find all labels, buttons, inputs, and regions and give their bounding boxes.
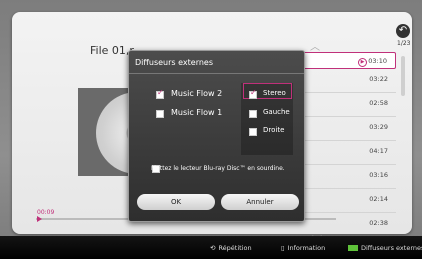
mute-note: Mettez le lecteur Blu-ray Disc™ en sourd… [151,165,285,172]
channel-label-stereo: Stereo [263,89,286,97]
speaker-label-music-flow-1: Music Flow 1 [171,108,223,117]
green-key-icon [348,245,358,251]
ok-button[interactable]: OK [137,194,215,210]
dialog-divider [129,73,304,74]
track-row[interactable]: 04:17 [300,141,396,165]
track-time: 03:16 [369,171,388,179]
repeat-item[interactable]: ⟲ Répétition [210,244,252,252]
track-time: 04:17 [369,147,388,155]
info-item[interactable]: ▯ Information [281,244,325,252]
track-row[interactable]: 03:16 [300,165,396,189]
progress-marker [37,216,42,222]
info-icon: ▯ [281,244,285,252]
screen-background: ↶ 1/23 File 01,r ︿ ﹀ 03:1003:2202:5803:2… [0,0,422,259]
bottom-bar: ⟲ Répétition ▯ Information Diffuseurs exte… [0,236,422,259]
track-row[interactable]: 02:38 [300,213,396,237]
track-time: 02:58 [369,99,388,107]
track-row[interactable]: 03:10 [300,52,396,69]
speaker-checkbox-music-flow-1[interactable] [156,110,164,118]
repeat-icon: ⟲ [210,244,216,252]
info-label: Information [287,244,326,252]
channel-checkbox-stereo[interactable] [249,88,257,99]
speaker-label-music-flow-2: Music Flow 2 [171,89,223,98]
play-icon: ▶ [358,58,367,67]
channel-checkbox-gauche[interactable] [249,110,257,118]
cancel-button[interactable]: Annuler [221,194,299,210]
track-row[interactable]: 02:14 [300,189,396,213]
track-time: 02:38 [369,219,388,227]
track-time: 03:29 [369,123,388,131]
back-arrow-icon[interactable]: ↶ [396,24,410,38]
track-row[interactable]: 02:58 [300,93,396,117]
track-row[interactable]: 03:29 [300,117,396,141]
external-speakers-dialog: Diffuseurs externes Music Flow 2 Music F… [128,50,305,222]
external-speakers-label: Diffuseurs externes [361,244,422,252]
track-list-scrollbar[interactable] [401,56,405,96]
speaker-checkbox-music-flow-2[interactable] [156,88,164,99]
scroll-up-icon[interactable]: ︿ [310,38,320,53]
external-speakers-item[interactable]: Diffuseurs externes [348,244,422,252]
dialog-title: Diffuseurs externes [135,58,214,67]
track-time: 02:14 [369,195,388,203]
channel-label-droite: Droite [263,126,285,134]
progress-time: 00:09 [37,209,55,216]
channel-checkbox-droite[interactable] [249,128,257,136]
repeat-label: Répétition [218,244,252,252]
track-time: 03:10 [368,57,387,65]
page-count: 1/23 [397,40,411,47]
track-row[interactable]: 03:22 [300,69,396,93]
track-list: 03:10 03:22 02:58 03:29 04:17 03:16 02:14 02:38 [300,52,396,237]
channel-label-gauche: Gauche [263,108,290,116]
track-time: 03:22 [369,75,388,83]
